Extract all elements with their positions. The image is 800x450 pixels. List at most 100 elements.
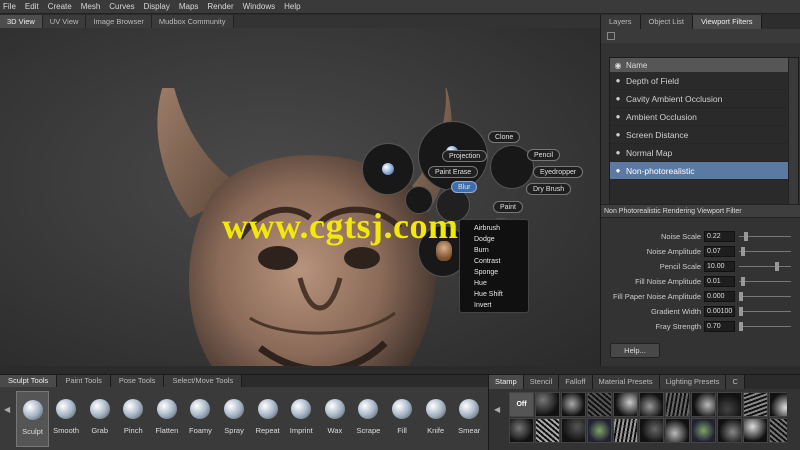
tab-image-browser[interactable]: Image Browser xyxy=(86,15,152,28)
tool-repeat[interactable]: Repeat xyxy=(251,391,284,447)
filter-row[interactable]: ● Cavity Ambient Occlusion xyxy=(610,90,798,108)
stamp-thumbnail[interactable] xyxy=(639,418,664,443)
stamp-thumbnail[interactable] xyxy=(613,418,638,443)
slider-handle[interactable] xyxy=(743,232,748,241)
tool-wax[interactable]: Wax xyxy=(318,391,351,447)
tab-viewport-filters[interactable]: Viewport Filters xyxy=(692,15,762,29)
submenu-item-hue[interactable]: Hue xyxy=(474,278,528,289)
stamp-thumbnail[interactable] xyxy=(769,418,787,443)
tab-paint-tools[interactable]: Paint Tools xyxy=(57,375,111,387)
property-value-field[interactable]: 0.07 xyxy=(704,246,735,257)
filter-row[interactable]: ● Screen Distance xyxy=(610,126,798,144)
marking-menu-blur[interactable]: Blur xyxy=(451,181,478,193)
tab-3d-view[interactable]: 3D View xyxy=(0,15,43,28)
marking-menu-paint-erase[interactable]: Paint Erase xyxy=(428,166,479,178)
submenu-item-dodge[interactable]: Dodge xyxy=(474,234,528,245)
submenu-item-invert[interactable]: Invert xyxy=(474,300,528,311)
scroll-left-icon[interactable]: ◀ xyxy=(494,405,500,414)
tab-material-presets[interactable]: Material Presets xyxy=(592,375,660,389)
menu-windows[interactable]: Windows xyxy=(243,2,275,11)
stamp-thumbnail[interactable] xyxy=(587,418,612,443)
tab-pose-tools[interactable]: Pose Tools xyxy=(110,375,165,387)
property-slider[interactable] xyxy=(739,321,791,332)
slider-handle[interactable] xyxy=(739,322,743,331)
stamp-thumbnail[interactable] xyxy=(535,392,560,417)
visibility-dot-icon[interactable]: ● xyxy=(610,112,626,121)
menu-file[interactable]: File xyxy=(3,2,16,11)
tool-grab[interactable]: Grab xyxy=(83,391,116,447)
stamp-thumbnail[interactable] xyxy=(743,418,768,443)
tool-scrape[interactable]: Scrape xyxy=(352,391,385,447)
property-slider[interactable] xyxy=(739,231,791,242)
tool-smooth[interactable]: Smooth xyxy=(50,391,83,447)
slider-handle[interactable] xyxy=(741,247,746,256)
property-value-field[interactable]: 0.000 xyxy=(704,291,735,302)
stamp-thumbnail[interactable] xyxy=(613,392,638,417)
filter-row[interactable]: ● Ambient Occlusion xyxy=(610,108,798,126)
checkbox-icon[interactable] xyxy=(607,32,615,40)
slider-handle[interactable] xyxy=(739,292,743,301)
tool-spray[interactable]: Spray xyxy=(218,391,251,447)
marking-menu-paint[interactable]: Paint xyxy=(493,201,523,213)
menu-curves[interactable]: Curves xyxy=(109,2,134,11)
menu-mesh[interactable]: Mesh xyxy=(81,2,101,11)
visibility-dot-icon[interactable]: ● xyxy=(610,148,626,157)
tab-lighting-presets[interactable]: Lighting Presets xyxy=(659,375,727,389)
property-value-field[interactable]: 0.00100 xyxy=(704,306,735,317)
submenu-item-hue-shift[interactable]: Hue Shift xyxy=(474,289,528,300)
property-slider[interactable] xyxy=(739,276,791,287)
slider-handle[interactable] xyxy=(740,277,745,286)
stamp-thumbnail[interactable] xyxy=(665,418,690,443)
tool-pinch[interactable]: Pinch xyxy=(117,391,150,447)
marking-menu-projection[interactable]: Projection xyxy=(442,150,488,162)
tool-smear[interactable]: Smear xyxy=(453,391,486,447)
tab-mudbox-community[interactable]: Mudbox Community xyxy=(151,15,234,28)
visibility-dot-icon[interactable]: ● xyxy=(610,130,626,139)
stamp-thumbnail[interactable] xyxy=(743,392,768,417)
tab-c[interactable]: C xyxy=(726,375,745,389)
property-slider[interactable] xyxy=(739,261,791,272)
marking-menu-eyedropper[interactable]: Eyedropper xyxy=(533,166,584,178)
menu-help[interactable]: Help xyxy=(284,2,300,11)
menu-render[interactable]: Render xyxy=(207,2,233,11)
tab-layers[interactable]: Layers xyxy=(601,15,641,29)
scroll-left-icon[interactable]: ◀ xyxy=(4,405,10,414)
3d-viewport[interactable]: Clone Projection Pencil Paint Erase Eyed… xyxy=(0,28,600,366)
stamp-thumbnail[interactable] xyxy=(587,392,612,417)
tool-imprint[interactable]: Imprint xyxy=(285,391,318,447)
stamp-thumbnail[interactable] xyxy=(717,392,742,417)
slider-handle[interactable] xyxy=(739,307,743,316)
filter-row[interactable]: ● Non-photorealistic xyxy=(610,162,798,180)
stamp-off[interactable]: Off xyxy=(509,392,534,417)
submenu-item-contrast[interactable]: Contrast xyxy=(474,256,528,267)
stamp-thumbnail[interactable] xyxy=(717,418,742,443)
property-value-field[interactable]: 0.01 xyxy=(704,276,735,287)
filter-list-scrollbar[interactable] xyxy=(788,58,798,206)
property-value-field[interactable]: 0.70 xyxy=(704,321,735,332)
tool-foamy[interactable]: Foamy xyxy=(184,391,217,447)
property-value-field[interactable]: 0.22 xyxy=(704,231,735,242)
tool-fill[interactable]: Fill xyxy=(386,391,419,447)
tab-object-list[interactable]: Object List xyxy=(640,15,693,29)
visibility-dot-icon[interactable]: ● xyxy=(610,94,626,103)
filter-row[interactable]: ● Depth of Field xyxy=(610,72,798,90)
visibility-dot-icon[interactable]: ● xyxy=(610,76,626,85)
menu-create[interactable]: Create xyxy=(48,2,72,11)
stamp-thumbnail[interactable] xyxy=(561,418,586,443)
marking-menu-dry-brush[interactable]: Dry Brush xyxy=(526,183,572,195)
stamp-thumbnail[interactable] xyxy=(691,392,716,417)
visibility-dot-icon[interactable]: ● xyxy=(610,166,626,175)
stamp-thumbnail[interactable] xyxy=(665,392,690,417)
property-value-field[interactable]: 10.00 xyxy=(704,261,735,272)
tool-sculpt[interactable]: Sculpt xyxy=(16,391,49,447)
marking-menu-clone[interactable]: Clone xyxy=(488,131,521,143)
marking-menu-pencil[interactable]: Pencil xyxy=(527,149,561,161)
stamp-thumbnail[interactable] xyxy=(561,392,586,417)
tab-stamp[interactable]: Stamp xyxy=(489,375,524,389)
stamp-thumbnail[interactable] xyxy=(535,418,560,443)
submenu-item-burn[interactable]: Burn xyxy=(474,245,528,256)
tab-stencil[interactable]: Stencil xyxy=(523,375,560,389)
tool-flatten[interactable]: Flatten xyxy=(150,391,183,447)
property-slider[interactable] xyxy=(739,306,791,317)
tab-uv-view[interactable]: UV View xyxy=(42,15,87,28)
